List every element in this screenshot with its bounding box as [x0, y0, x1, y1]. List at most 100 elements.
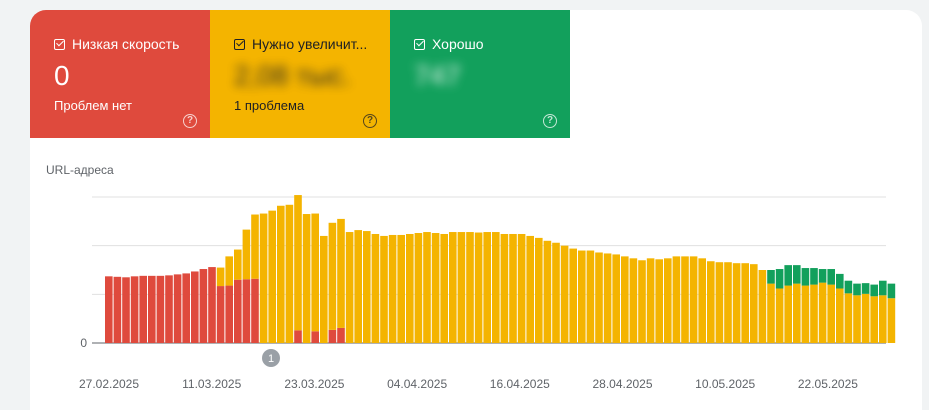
- bar-needs-improvement[interactable]: [466, 232, 474, 343]
- bar-needs-improvement[interactable]: [311, 213, 319, 332]
- bar-needs-improvement[interactable]: [492, 232, 500, 343]
- bar-good[interactable]: [818, 269, 827, 283]
- bar-poor[interactable]: [242, 279, 251, 343]
- bar-needs-improvement[interactable]: [707, 261, 715, 343]
- bar-needs-improvement[interactable]: [715, 262, 724, 343]
- bar-poor[interactable]: [105, 276, 113, 343]
- bar-good[interactable]: [801, 268, 810, 286]
- bar-needs-improvement[interactable]: [517, 233, 526, 343]
- bar-needs-improvement[interactable]: [844, 293, 853, 343]
- bar-needs-improvement[interactable]: [285, 204, 294, 343]
- bar-good[interactable]: [810, 268, 818, 285]
- bar-needs-improvement[interactable]: [818, 282, 827, 343]
- bar-poor[interactable]: [294, 330, 302, 343]
- bar-needs-improvement[interactable]: [363, 231, 371, 343]
- bar-needs-improvement[interactable]: [457, 232, 466, 343]
- bar-poor[interactable]: [191, 271, 199, 343]
- bar-needs-improvement[interactable]: [664, 258, 672, 343]
- bar-needs-improvement[interactable]: [638, 260, 646, 343]
- bar-good[interactable]: [767, 270, 775, 284]
- bar-needs-improvement[interactable]: [698, 258, 706, 343]
- bar-poor[interactable]: [173, 274, 182, 343]
- bar-needs-improvement[interactable]: [853, 295, 861, 343]
- bar-needs-improvement[interactable]: [646, 258, 655, 343]
- bar-needs-improvement[interactable]: [887, 298, 896, 343]
- bar-needs-improvement[interactable]: [595, 252, 603, 343]
- bar-needs-improvement[interactable]: [775, 288, 784, 343]
- bar-needs-improvement[interactable]: [535, 237, 543, 343]
- bar-needs-improvement[interactable]: [414, 233, 423, 343]
- bar-needs-improvement[interactable]: [474, 232, 483, 343]
- bar-needs-improvement[interactable]: [371, 233, 380, 343]
- bar-needs-improvement[interactable]: [380, 235, 388, 343]
- checkbox-icon[interactable]: [54, 38, 65, 50]
- bar-needs-improvement[interactable]: [216, 267, 225, 287]
- bar-needs-improvement[interactable]: [440, 233, 448, 343]
- checkbox-icon[interactable]: [234, 38, 245, 50]
- bar-needs-improvement[interactable]: [302, 214, 311, 343]
- bar-poor[interactable]: [208, 267, 216, 343]
- help-icon[interactable]: ?: [363, 114, 377, 128]
- bar-good[interactable]: [853, 283, 861, 296]
- bar-needs-improvement[interactable]: [836, 288, 844, 343]
- bar-poor[interactable]: [225, 285, 233, 343]
- bar-needs-improvement[interactable]: [612, 254, 620, 343]
- bar-good[interactable]: [793, 265, 801, 284]
- bar-needs-improvement[interactable]: [234, 249, 242, 280]
- bar-needs-improvement[interactable]: [827, 284, 835, 343]
- bar-needs-improvement[interactable]: [870, 296, 878, 343]
- bar-poor[interactable]: [165, 275, 173, 343]
- tile-good-header[interactable]: Хорошо: [414, 36, 484, 52]
- bar-good[interactable]: [861, 283, 870, 294]
- bar-needs-improvement[interactable]: [629, 258, 638, 343]
- bar-needs-improvement[interactable]: [586, 250, 595, 343]
- bar-needs-improvement[interactable]: [741, 263, 749, 343]
- bar-needs-improvement[interactable]: [483, 232, 491, 343]
- bar-needs-improvement[interactable]: [655, 259, 663, 343]
- bar-needs-improvement[interactable]: [543, 240, 552, 343]
- bar-needs-improvement[interactable]: [603, 253, 612, 343]
- bar-needs-improvement[interactable]: [259, 213, 268, 343]
- bar-needs-improvement[interactable]: [810, 284, 818, 343]
- bar-needs-improvement[interactable]: [767, 283, 775, 343]
- bar-good[interactable]: [887, 283, 896, 299]
- bar-needs-improvement[interactable]: [500, 233, 509, 343]
- bar-poor[interactable]: [139, 275, 147, 343]
- bar-good[interactable]: [879, 280, 887, 296]
- tile-good[interactable]: Хорошо 747 ?: [390, 10, 570, 138]
- bar-needs-improvement[interactable]: [801, 285, 810, 343]
- bar-needs-improvement[interactable]: [449, 232, 457, 343]
- bar-poor[interactable]: [337, 327, 345, 343]
- bar-good[interactable]: [870, 284, 878, 297]
- bar-poor[interactable]: [156, 275, 165, 343]
- bar-poor[interactable]: [311, 331, 319, 343]
- bar-poor[interactable]: [199, 269, 208, 343]
- bar-needs-improvement[interactable]: [569, 248, 577, 343]
- bar-needs-improvement[interactable]: [337, 218, 345, 328]
- bar-needs-improvement[interactable]: [320, 235, 328, 343]
- bar-needs-improvement[interactable]: [552, 242, 560, 343]
- bar-needs-improvement[interactable]: [724, 262, 732, 343]
- bar-needs-improvement[interactable]: [242, 229, 251, 280]
- bar-poor[interactable]: [182, 273, 190, 343]
- tile-poor-header[interactable]: Низкая скорость: [54, 36, 179, 52]
- bar-needs-improvement[interactable]: [225, 256, 233, 286]
- bar-good[interactable]: [844, 280, 853, 294]
- bar-poor[interactable]: [113, 276, 122, 343]
- tile-poor[interactable]: Низкая скорость 0 Проблем нет ?: [30, 10, 210, 138]
- bar-needs-improvement[interactable]: [793, 283, 801, 343]
- bar-needs-improvement[interactable]: [621, 256, 629, 343]
- checkbox-icon[interactable]: [414, 38, 425, 50]
- bar-poor[interactable]: [130, 276, 139, 343]
- bar-needs-improvement[interactable]: [277, 205, 285, 343]
- bar-poor[interactable]: [216, 286, 225, 343]
- bar-good[interactable]: [827, 269, 835, 285]
- bar-poor[interactable]: [148, 275, 156, 343]
- bar-needs-improvement[interactable]: [268, 210, 276, 343]
- bar-needs-improvement[interactable]: [509, 233, 517, 343]
- bar-needs-improvement[interactable]: [345, 232, 354, 343]
- bar-needs-improvement[interactable]: [397, 234, 405, 343]
- bar-needs-improvement[interactable]: [388, 234, 397, 343]
- bar-needs-improvement[interactable]: [784, 285, 792, 343]
- bar-needs-improvement[interactable]: [294, 195, 302, 331]
